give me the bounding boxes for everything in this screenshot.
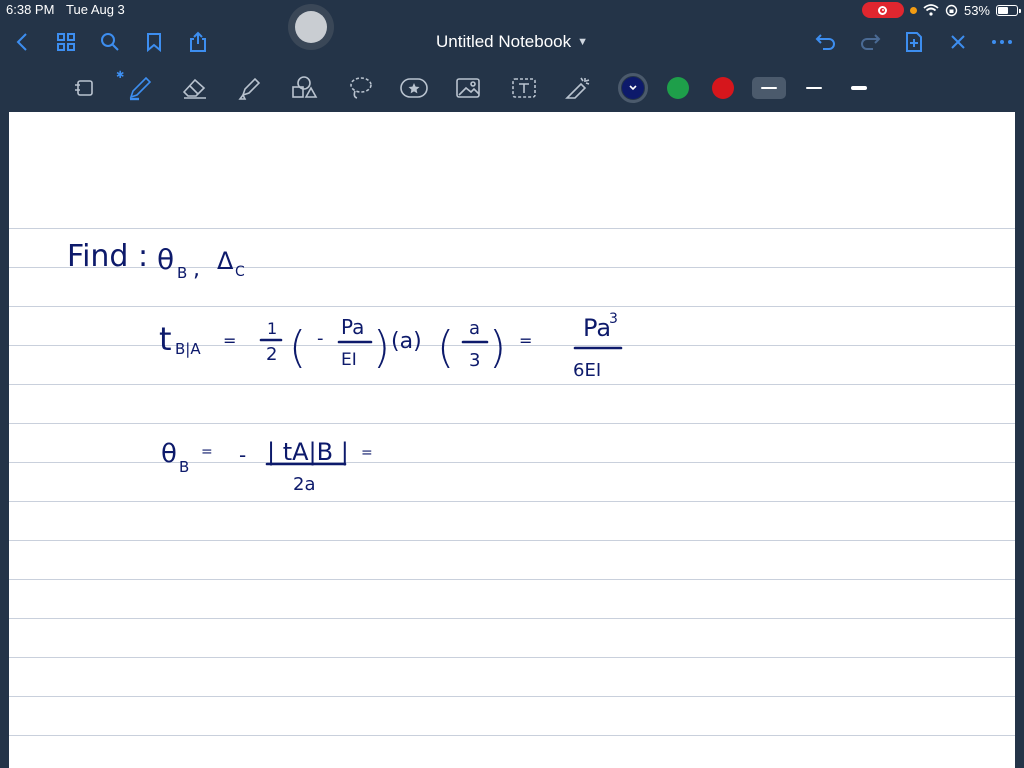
close-paren: )	[373, 322, 390, 373]
image-icon[interactable]	[452, 72, 484, 104]
equals-sign: =	[519, 331, 532, 350]
screen-recording-indicator[interactable]	[861, 2, 904, 18]
drawing-toolbar: ✱	[0, 64, 1024, 112]
result-numerator: Pa	[583, 314, 611, 342]
color-swatch-red[interactable]	[712, 77, 734, 99]
microphone-in-use-dot	[909, 6, 917, 14]
equals-sign: =	[201, 444, 213, 460]
status-date: Tue Aug 3	[66, 2, 125, 17]
deviation-equation: t B|A = 1 2 ( - Pa EI ) (a) ( a 3 ) = Pa…	[159, 311, 623, 381]
equals-sign: =	[223, 331, 236, 350]
add-page-icon[interactable]	[900, 28, 928, 56]
battery-icon	[996, 4, 1021, 16]
notebook-title-text: Untitled Notebook	[435, 32, 572, 51]
a-in-parens: (a)	[391, 329, 422, 354]
result-denominator: 6EI	[573, 360, 601, 381]
sticker-icon[interactable]	[398, 72, 430, 104]
stroke-preview	[761, 87, 777, 89]
wifi-icon	[923, 4, 939, 16]
theta-subscript: B	[179, 458, 189, 476]
half-numerator: 1	[267, 319, 277, 338]
chevron-down-icon: ▼	[577, 36, 589, 48]
laser-pointer-icon[interactable]	[562, 72, 594, 104]
abs-value-numerator: | tA|B |	[267, 438, 349, 466]
close-paren: )	[489, 322, 506, 373]
t-symbol: t	[159, 320, 172, 358]
status-right-group: 53%	[861, 2, 1021, 18]
delta-symbol: Δ	[217, 247, 234, 275]
minus-sign: -	[239, 443, 246, 467]
battery-fill	[998, 6, 1008, 14]
handwriting-layer: Find : θ B , Δ C t B|A = 1 2 ( - Pa EI )…	[67, 239, 623, 495]
slope-equation: θ B = - | tA|B | 2a =	[161, 438, 373, 495]
color-swatch-green[interactable]	[667, 77, 689, 99]
highlighter-icon[interactable]	[234, 72, 266, 104]
lasso-icon[interactable]	[344, 72, 376, 104]
delta-subscript: C	[235, 264, 245, 280]
half-denominator: 2	[266, 344, 277, 365]
equals-sign: =	[361, 445, 373, 461]
denominator: 2a	[293, 474, 315, 495]
lasso-selection-icon[interactable]	[68, 72, 100, 104]
ei-denominator: EI	[341, 350, 357, 370]
comma: ,	[193, 257, 200, 282]
record-icon	[878, 5, 888, 15]
three-denominator: 3	[469, 350, 480, 371]
minus-sign: -	[317, 328, 324, 349]
find-line: Find : θ B , Δ C	[67, 239, 245, 282]
close-icon[interactable]	[944, 28, 972, 56]
status-bar: 6:38 PM Tue Aug 3 53%	[0, 0, 1024, 20]
status-time: 6:38 PM	[6, 2, 55, 17]
stroke-width-thin[interactable]	[752, 77, 786, 99]
chevron-down-icon	[629, 85, 637, 91]
color-swatch-navy[interactable]	[618, 73, 648, 103]
result-exponent: 3	[609, 311, 618, 327]
stroke-preview	[851, 86, 867, 90]
navigation-bar: Untitled Notebook ▼	[0, 4, 1024, 64]
stroke-preview	[806, 87, 822, 89]
notebook-page[interactable]: Find : θ B , Δ C t B|A = 1 2 ( - Pa EI )…	[9, 112, 1015, 768]
open-paren: (	[437, 322, 454, 373]
pen-icon[interactable]	[124, 72, 156, 104]
shapes-icon[interactable]	[288, 72, 320, 104]
a-numerator: a	[469, 318, 480, 339]
find-label: Find :	[67, 239, 148, 274]
theta-symbol: θ	[157, 243, 174, 276]
more-icon[interactable]	[988, 28, 1016, 56]
theta-subscript: B	[177, 264, 187, 282]
text-icon[interactable]	[508, 72, 540, 104]
eraser-icon[interactable]	[178, 72, 210, 104]
stroke-width-thick[interactable]	[842, 77, 876, 99]
undo-icon[interactable]	[812, 28, 840, 56]
stroke-width-medium[interactable]	[797, 77, 831, 99]
t-subscript: B|A	[175, 340, 201, 358]
redo-icon[interactable]	[856, 28, 884, 56]
theta-symbol: θ	[161, 439, 177, 469]
battery-percent: 53%	[963, 2, 990, 18]
orientation-lock-icon	[945, 4, 958, 16]
open-paren: (	[289, 322, 306, 373]
pa-numerator: Pa	[341, 315, 364, 339]
